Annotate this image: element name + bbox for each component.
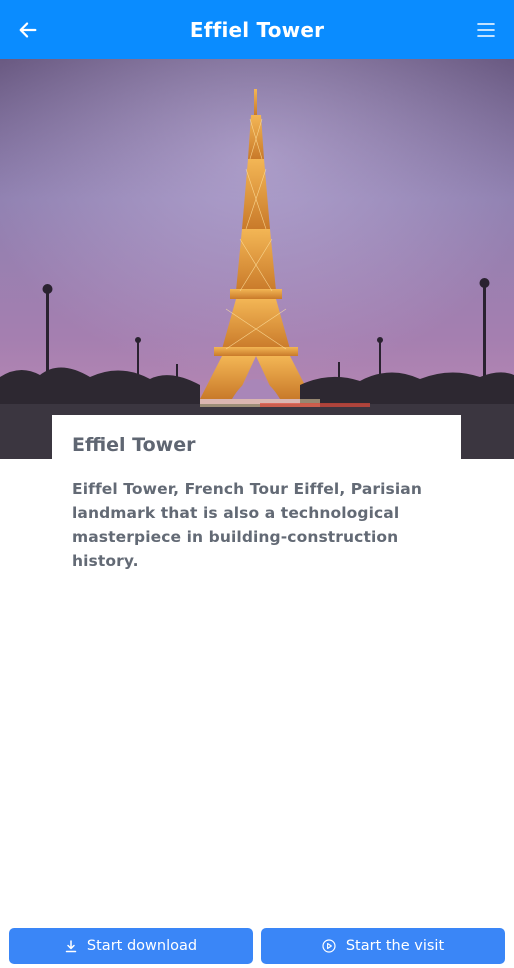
top-app-bar: Effiel Tower xyxy=(0,0,514,59)
start-download-button[interactable]: Start download xyxy=(9,928,253,964)
page-title: Effiel Tower xyxy=(189,17,325,42)
start-visit-button[interactable]: Start the visit xyxy=(261,928,505,964)
bottom-actions: Start download Start the visit xyxy=(9,928,505,964)
menu-button[interactable] xyxy=(468,12,504,48)
start-download-label: Start download xyxy=(86,938,198,954)
play-circle-icon xyxy=(322,939,336,953)
card-title: Effiel Tower xyxy=(72,434,196,456)
download-icon xyxy=(65,939,77,953)
app-screen: Effiel Tower Effiel Tower Eiffel Tower, … xyxy=(0,0,514,968)
arrow-left-icon xyxy=(19,22,37,38)
info-card: Effiel Tower Eiffel Tower, French Tour E… xyxy=(52,415,461,573)
start-visit-label: Start the visit xyxy=(345,938,445,954)
eiffel-tower-photo xyxy=(0,59,514,459)
hero-image xyxy=(0,59,514,459)
back-button[interactable] xyxy=(10,12,46,48)
card-description: Eiffel Tower, French Tour Eiffel, Parisi… xyxy=(72,480,422,570)
hamburger-menu-icon xyxy=(477,23,495,37)
